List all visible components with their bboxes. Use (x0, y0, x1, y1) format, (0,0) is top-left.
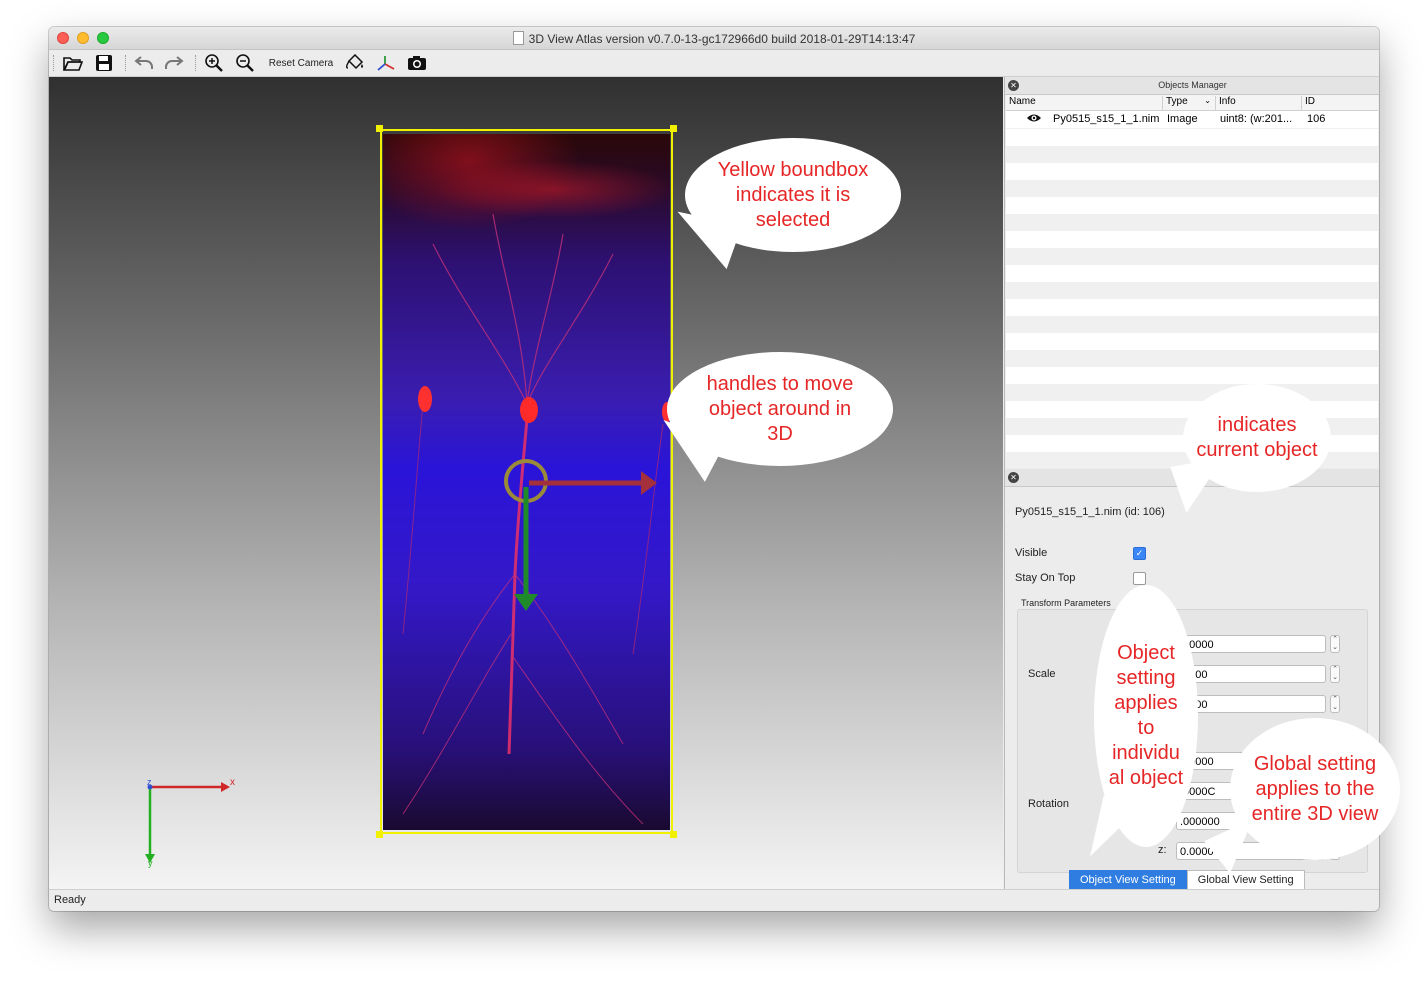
zoom-in-icon (205, 54, 223, 72)
row-type: Image (1167, 113, 1198, 125)
view-setting-tabs: Object View Setting Global View Setting (1069, 870, 1305, 890)
axis-x-arrow (221, 782, 230, 792)
annotation-global-setting: Global setting applies to the entire 3D … (1230, 718, 1400, 860)
toolbar-separator (125, 55, 127, 71)
close-dock-icon[interactable]: ✕ (1008, 472, 1019, 483)
document-icon (512, 31, 524, 45)
column-header-id[interactable]: ID (1302, 96, 1378, 110)
scale-x-field[interactable]: .00000 (1176, 635, 1326, 653)
toolbar-separator (195, 55, 197, 71)
scale-x-stepper[interactable]: ⌃ ⌄ (1330, 635, 1340, 653)
stay-on-top-label: Stay On Top (1015, 572, 1076, 584)
undo-icon (134, 56, 153, 69)
window-title-wrap: 3D View Atlas version v0.7.0-13-gc172966… (49, 31, 1379, 46)
visibility-eye-icon[interactable] (1026, 111, 1042, 128)
open-file-button[interactable] (61, 52, 85, 74)
scale-z-field[interactable]: .0000 (1176, 695, 1326, 713)
table-row[interactable]: Py0515_s15_1_1.nim Image uint8: (w:201..… (1006, 111, 1378, 128)
redo-icon (165, 56, 184, 69)
rotation-z-label: z: (1158, 844, 1167, 856)
annotation-current-object-text: indicates current object (1196, 414, 1318, 461)
axes-icon (377, 56, 395, 71)
row-name: Py0515_s15_1_1.nim (1053, 113, 1160, 125)
toolbar: Reset Camera (49, 50, 1379, 77)
annotation-handles-text: handles to move object around in 3D (706, 372, 854, 445)
camera-icon (408, 56, 426, 70)
annotation-current-object: indicates current object (1183, 384, 1331, 492)
title-bar: 3D View Atlas version v0.7.0-13-gc172966… (49, 27, 1379, 50)
axis-z-label: z (147, 777, 152, 787)
axis-x-label: x (230, 777, 235, 788)
window-title: 3D View Atlas version v0.7.0-13-gc172966… (528, 32, 916, 46)
status-bar: Ready (49, 889, 1379, 911)
current-object-label: Py0515_s15_1_1.nim (id: 106) (1015, 506, 1165, 518)
annotation-object-setting: Object setting applies to individu al ob… (1094, 585, 1198, 847)
scale-y-field[interactable]: .0000 (1176, 665, 1326, 683)
visible-label: Visible (1015, 547, 1048, 559)
sort-chevron-icon: ⌄ (1204, 96, 1211, 105)
toolbar-grip (53, 55, 55, 71)
paint-bucket-icon (345, 54, 364, 70)
save-button[interactable] (92, 52, 116, 74)
column-header-type[interactable]: Type ⌄ (1163, 96, 1216, 110)
x-arrow-head (641, 471, 657, 495)
objects-manager-titlebar: ✕ Objects Manager (1005, 77, 1379, 95)
column-header-name[interactable]: Name (1006, 96, 1163, 110)
transform-parameters-label: Transform Parameters (1021, 598, 1111, 608)
redo-button[interactable] (162, 52, 186, 74)
close-dock-icon[interactable]: ✕ (1008, 80, 1019, 91)
y-arrow-head (514, 594, 538, 611)
tab-global-view-setting[interactable]: Global View Setting (1186, 870, 1305, 890)
annotation-boundbox-text: Yellow boundbox indicates it is selected (717, 158, 869, 231)
annotation-object-setting-text: Object setting applies to individu al ob… (1108, 642, 1184, 789)
scale-z-stepper[interactable]: ⌃ ⌄ (1330, 695, 1340, 713)
zoom-in-button[interactable] (202, 52, 226, 74)
folder-open-icon (63, 57, 83, 71)
status-text: Ready (54, 894, 86, 906)
undo-button[interactable] (132, 52, 156, 74)
rotation-label: Rotation (1028, 798, 1069, 810)
visible-checkbox[interactable]: ✓ (1133, 547, 1146, 560)
zoom-out-button[interactable] (233, 52, 257, 74)
annotation-global-setting-text: Global setting applies to the entire 3D … (1251, 752, 1379, 825)
row-info: uint8: (w:201... (1220, 113, 1293, 125)
screenshot-button[interactable] (405, 52, 429, 74)
axis-y-label: y (148, 858, 153, 868)
scale-y-stepper[interactable]: ⌃ ⌄ (1330, 665, 1340, 683)
paint-bucket-button[interactable] (343, 52, 367, 74)
floppy-disk-icon (96, 55, 112, 71)
tab-object-view-setting[interactable]: Object View Setting (1069, 870, 1187, 890)
objects-manager-title: Objects Manager (1158, 80, 1227, 90)
column-header-type-label: Type (1166, 96, 1188, 107)
scale-label: Scale (1028, 668, 1056, 680)
annotation-handles: handles to move object around in 3D (667, 352, 893, 466)
objects-table-header: Name Type ⌄ Info ID (1006, 95, 1378, 111)
zoom-out-icon (236, 54, 254, 72)
annotation-boundbox: Yellow boundbox indicates it is selected (685, 138, 901, 252)
stay-on-top-checkbox[interactable] (1133, 572, 1146, 585)
axes-toggle-button[interactable] (374, 52, 398, 74)
row-id: 106 (1307, 113, 1326, 125)
column-header-info[interactable]: Info (1216, 96, 1302, 110)
reset-camera-button[interactable]: Reset Camera (266, 52, 336, 74)
